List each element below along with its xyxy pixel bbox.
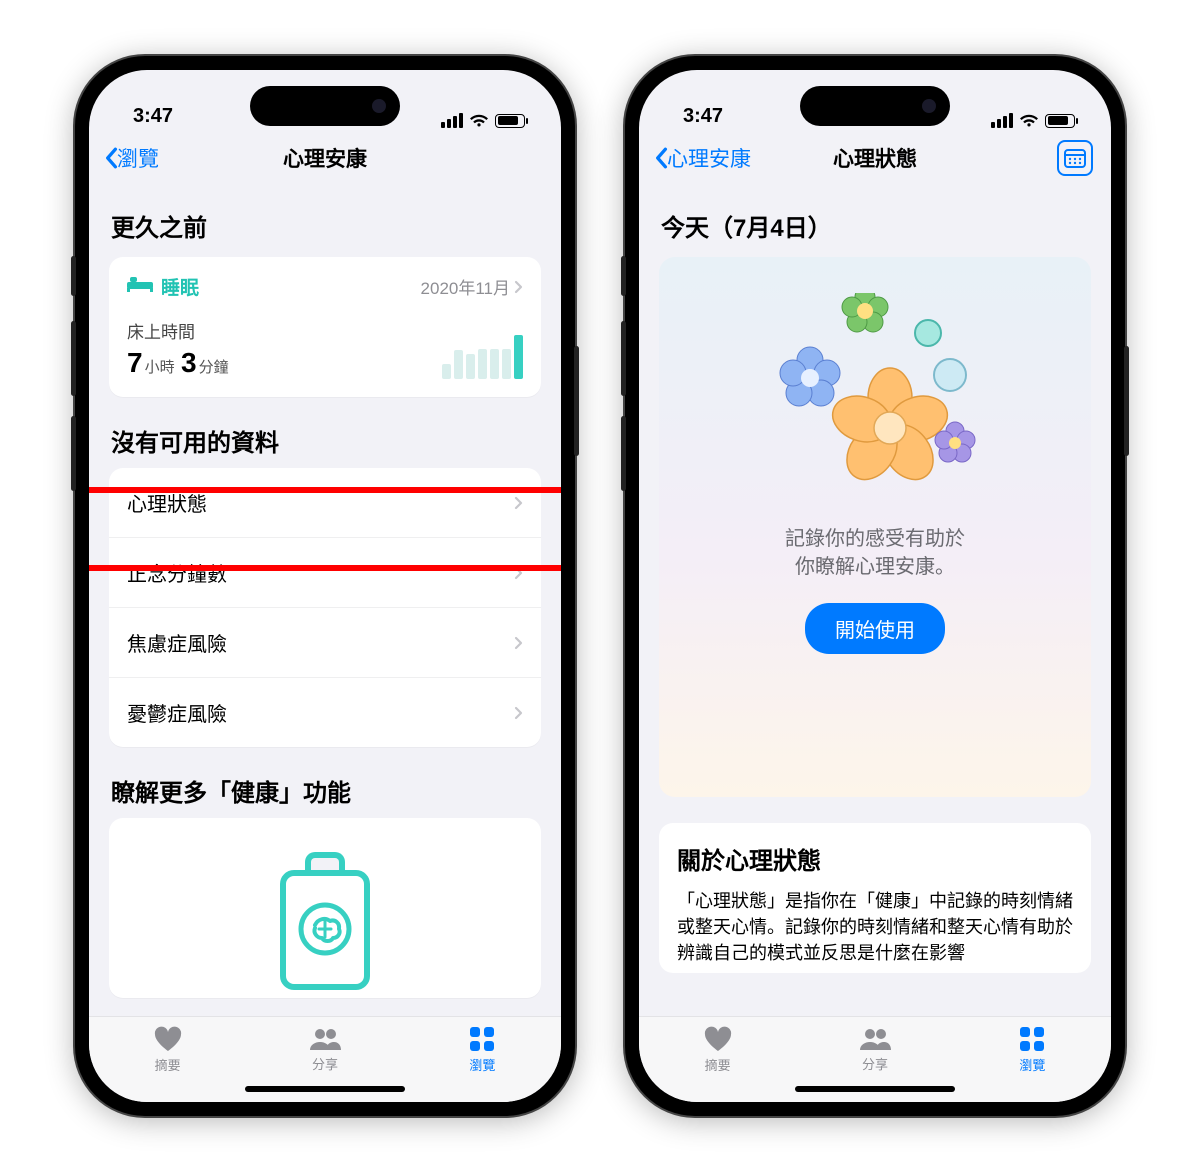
state-of-mind-card: 記錄你的感受有助於 你瞭解心理安康。 開始使用 (659, 257, 1091, 797)
tab-label: 分享 (862, 1054, 888, 1073)
dynamic-island (250, 86, 400, 126)
no-data-list: 心理狀態 正念分鐘數 焦慮症風險 憂鬱症風險 (109, 468, 541, 747)
status-time: 3:47 (133, 105, 173, 128)
battery-icon (1045, 114, 1075, 128)
wifi-icon (469, 114, 489, 128)
row-label: 心理狀態 (127, 488, 207, 517)
row-label: 正念分鐘數 (127, 558, 227, 587)
nav-bar: 心理安康 心理狀態 (639, 130, 1111, 186)
row-depression[interactable]: 憂鬱症風險 (109, 678, 541, 747)
tab-browse[interactable]: 瀏覽 (954, 1017, 1111, 1082)
sleep-label: 睡眠 (161, 273, 199, 300)
grid-icon (1019, 1026, 1045, 1052)
phone-right: 3:47 心理安康 心理狀態 (625, 56, 1125, 1116)
about-text: 「心理狀態」是指你在「健康」中記錄的時刻情緒或整天心情。記錄你的時刻情緒和整天心… (677, 888, 1073, 966)
heart-icon (153, 1026, 183, 1052)
sleep-card[interactable]: 睡眠 2020年11月 床上時間 7小時 3分鐘 (109, 257, 541, 397)
row-mindful[interactable]: 正念分鐘數 (109, 538, 541, 608)
wifi-icon (1019, 114, 1039, 128)
about-title: 關於心理狀態 (677, 841, 1073, 876)
learn-card[interactable] (109, 818, 541, 998)
back-label: 瀏覽 (117, 143, 159, 173)
battery-icon (495, 114, 525, 128)
back-label: 心理安康 (667, 143, 751, 173)
tab-share[interactable]: 分享 (796, 1017, 953, 1082)
section-no-data: 沒有可用的資料 (111, 423, 541, 458)
chevron-right-icon (514, 636, 523, 650)
today-heading: 今天（7月4日） (661, 208, 1091, 243)
section-earlier: 更久之前 (111, 208, 541, 243)
tab-label: 分享 (312, 1054, 338, 1073)
get-started-button[interactable]: 開始使用 (805, 603, 945, 654)
row-mind-state[interactable]: 心理狀態 (109, 468, 541, 538)
bed-icon (127, 275, 153, 299)
row-anxiety[interactable]: 焦慮症風險 (109, 608, 541, 678)
home-indicator[interactable] (245, 1086, 405, 1092)
flowers-illustration (755, 293, 995, 503)
nav-bar: 瀏覽 心理安康 (89, 130, 561, 186)
page-title: 心理安康 (283, 143, 367, 173)
phone-left: 3:47 瀏覽 心理安康 更久之前 (75, 56, 575, 1116)
back-button[interactable]: 瀏覽 (103, 143, 159, 173)
sleep-date: 2020年11月 (421, 274, 510, 299)
grid-icon (469, 1026, 495, 1052)
tab-summary[interactable]: 摘要 (639, 1017, 796, 1082)
about-card: 關於心理狀態 「心理狀態」是指你在「健康」中記錄的時刻情緒或整天心情。記錄你的時… (659, 823, 1091, 973)
home-indicator[interactable] (795, 1086, 955, 1092)
cellular-icon (441, 113, 463, 128)
people-icon (308, 1027, 342, 1051)
clipboard-brain-icon (270, 852, 380, 990)
sleep-value: 7小時 3分鐘 (127, 347, 231, 379)
status-time: 3:47 (683, 105, 723, 128)
calendar-icon (1064, 148, 1086, 168)
chevron-right-icon (514, 496, 523, 510)
tab-summary[interactable]: 摘要 (89, 1017, 246, 1082)
sleep-bar-chart (442, 333, 523, 379)
tab-label: 摘要 (155, 1055, 181, 1074)
chevron-right-icon (514, 706, 523, 720)
people-icon (858, 1027, 892, 1051)
back-button[interactable]: 心理安康 (653, 143, 751, 173)
row-label: 焦慮症風險 (127, 628, 227, 657)
dynamic-island (800, 86, 950, 126)
tab-label: 摘要 (705, 1055, 731, 1074)
sleep-metric-label: 床上時間 (127, 318, 231, 343)
tab-label: 瀏覽 (469, 1055, 495, 1074)
chevron-right-icon (514, 566, 523, 580)
tab-browse[interactable]: 瀏覽 (404, 1017, 561, 1082)
tab-label: 瀏覽 (1019, 1055, 1045, 1074)
calendar-button[interactable] (1057, 140, 1093, 176)
row-label: 憂鬱症風險 (127, 698, 227, 727)
heart-icon (703, 1026, 733, 1052)
section-learn-more: 瞭解更多「健康」功能 (111, 773, 541, 808)
chevron-right-icon (514, 280, 523, 294)
card-description: 記錄你的感受有助於 你瞭解心理安康。 (785, 525, 965, 581)
page-title: 心理狀態 (833, 143, 917, 173)
cellular-icon (991, 113, 1013, 128)
tab-share[interactable]: 分享 (246, 1017, 403, 1082)
